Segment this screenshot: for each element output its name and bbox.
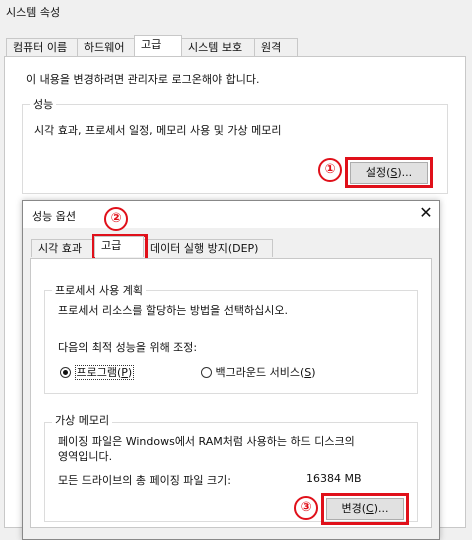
tab-advanced[interactable]: 고급	[134, 35, 182, 56]
change-button[interactable]: 변경(C)...	[326, 498, 404, 520]
paging-total-label: 모든 드라이브의 총 페이징 파일 크기:	[58, 474, 231, 487]
tab-dep[interactable]: 데이터 실행 방지(DEP)	[143, 239, 273, 257]
close-icon[interactable]: ✕	[416, 203, 436, 223]
tab-visual-effects[interactable]: 시각 효과	[31, 239, 95, 257]
inner-tab-bar: 시각 효과 고급 데이터 실행 방지(DEP)	[31, 236, 273, 257]
change-accesskey: C	[366, 502, 374, 515]
outer-tab-bar: 컴퓨터 이름 하드웨어 고급 시스템 보호 원격	[6, 35, 298, 56]
tab-hardware[interactable]: 하드웨어	[77, 38, 135, 56]
dialog-titlebar	[23, 201, 439, 228]
paging-total-value: 16384 MB	[306, 472, 362, 485]
radio-background-services[interactable]: 백그라운드 서비스(S)	[201, 364, 316, 380]
window-title: 시스템 속성	[6, 6, 61, 19]
step-badge-3: ③	[294, 496, 318, 520]
tab-system-protection[interactable]: 시스템 보호	[181, 38, 255, 56]
settings-button[interactable]: 설정(S)...	[350, 162, 428, 184]
dialog-title: 성능 옵션	[32, 210, 76, 223]
processor-legend: 프로세서 사용 계획	[52, 282, 146, 298]
step-badge-1: ①	[318, 158, 342, 182]
virtual-memory-desc-line1: 페이징 파일은 Windows에서 RAM처럼 사용하는 하드 디스크의	[58, 435, 355, 448]
adjust-label: 다음의 최적 성능을 위해 조정:	[58, 341, 198, 354]
admin-notice: 이 내용을 변경하려면 관리자로 로그온해야 합니다.	[26, 73, 260, 86]
settings-button-label: 설정	[365, 166, 387, 179]
change-button-label: 변경	[341, 502, 362, 515]
radio-services-label: 백그라운드 서비스(S)	[215, 366, 316, 379]
radio-unchecked-icon	[201, 367, 212, 378]
step-badge-2: ②	[104, 207, 128, 231]
tab-computer-name[interactable]: 컴퓨터 이름	[6, 38, 78, 56]
virtual-memory-desc-line2: 영역입니다.	[58, 450, 113, 463]
settings-accesskey: S	[390, 166, 398, 179]
performance-description: 시각 효과, 프로세서 일정, 메모리 사용 및 가상 메모리	[34, 124, 282, 137]
radio-programs-label: 프로그램(P)	[74, 365, 135, 380]
virtual-memory-legend: 가상 메모리	[52, 412, 113, 428]
tab-inner-advanced[interactable]: 고급	[94, 236, 144, 257]
processor-description: 프로세서 리소스를 할당하는 방법을 선택하십시오.	[58, 304, 289, 317]
performance-legend: 성능	[30, 96, 57, 112]
tab-remote[interactable]: 원격	[254, 38, 298, 56]
radio-programs[interactable]: 프로그램(P)	[60, 364, 135, 380]
radio-checked-icon	[60, 367, 71, 378]
